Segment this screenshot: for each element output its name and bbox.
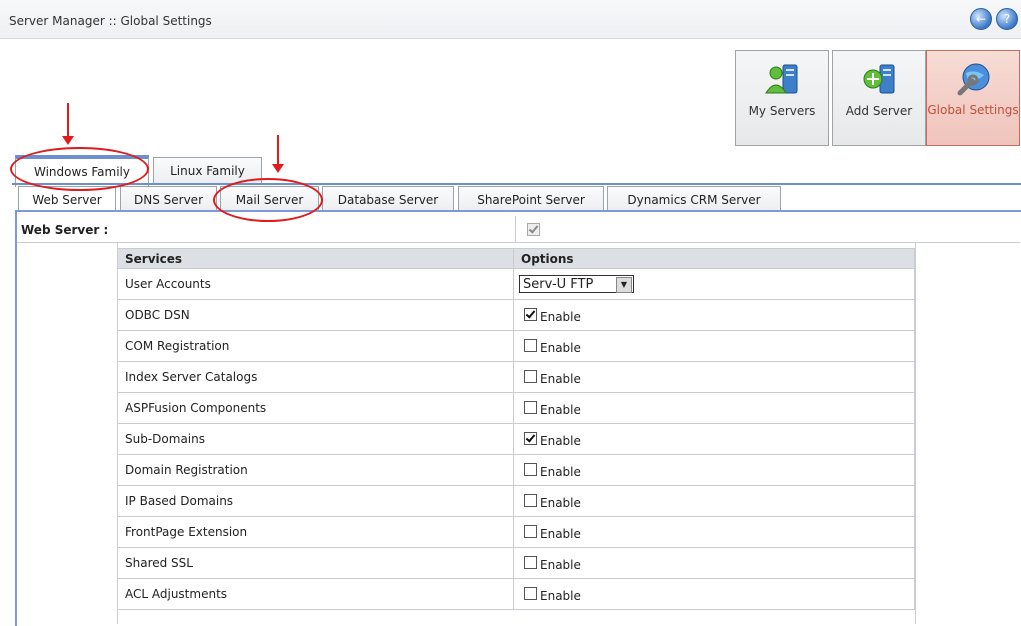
table-right-border [915,242,916,624]
service-option: Enable [513,392,915,424]
table-row: COM Registration Enable [117,330,915,362]
enable-label: Enable [540,558,581,572]
table-row: Domain Registration Enable [117,454,915,486]
global-settings-label: Global Settings [927,103,1019,117]
enable-checkbox[interactable] [524,432,537,445]
tab-database-server[interactable]: Database Server [322,186,454,211]
table-row: IP Based Domains Enable [117,485,915,517]
tab-dynamics-crm-server-label: Dynamics CRM Server [627,193,761,207]
annotation-arrow-windows [62,103,74,145]
enable-checkbox[interactable] [524,494,537,507]
chevron-down-icon[interactable]: ▼ [616,277,632,293]
servers-users-icon [765,64,798,94]
service-option: Enable [513,423,915,455]
service-name: Domain Registration [117,454,514,486]
table-row: FrontPage Extension Enable [117,516,915,548]
enable-label: Enable [540,372,581,386]
web-server-label: Web Server : [21,223,109,237]
add-server-icon [863,64,895,94]
annotation-circle-windows [10,147,149,191]
enable-label: Enable [540,465,581,479]
tab-database-server-label: Database Server [337,193,439,207]
service-option: Enable [513,485,915,517]
table-row: ACL Adjustments Enable [117,578,915,610]
web-server-divider [515,216,516,243]
page-title: Server Manager :: Global Settings [9,14,212,28]
annotation-circle-mail [213,178,323,222]
enable-label: Enable [540,310,581,324]
enable-checkbox[interactable] [524,308,537,321]
enable-checkbox[interactable] [524,401,537,414]
add-server-label: Add Server [845,104,913,118]
service-name: ODBC DSN [117,299,514,331]
my-servers-label: My Servers [748,104,816,118]
enable-checkbox[interactable] [524,525,537,538]
globe-wrench-icon [957,63,990,96]
add-server-button[interactable]: Add Server [832,50,926,146]
enable-checkbox[interactable] [524,463,537,476]
annotation-arrow-mail [272,135,284,173]
service-option: Enable [513,361,915,393]
service-name: IP Based Domains [117,485,514,517]
web-server-checkbox[interactable] [527,223,540,236]
service-name: Shared SSL [117,547,514,579]
service-name: Sub-Domains [117,423,514,455]
service-option: Enable [513,299,915,331]
tab-sharepoint-server[interactable]: SharePoint Server [458,186,604,211]
service-option: Enable [513,516,915,548]
service-name: ACL Adjustments [117,578,514,610]
service-option: Serv-U FTP ▼ [513,268,915,300]
help-icon[interactable]: ? [996,8,1018,30]
service-name: FrontPage Extension [117,516,514,548]
tab-divider [12,183,1021,185]
my-servers-button[interactable]: My Servers [735,50,829,146]
services-header: Services [117,248,514,269]
service-name: Index Server Catalogs [117,361,514,393]
enable-label: Enable [540,341,581,355]
tab-dynamics-crm-server[interactable]: Dynamics CRM Server [607,186,781,211]
table-row: ODBC DSN Enable [117,299,915,331]
global-settings-button[interactable]: Global Settings [926,50,1020,146]
enable-label: Enable [540,589,581,603]
enable-label: Enable [540,403,581,417]
table-row: User Accounts Serv-U FTP ▼ [117,268,915,300]
header-bar: Server Manager :: Global Settings ← ? [0,0,1021,39]
enable-label: Enable [540,496,581,510]
enable-checkbox[interactable] [524,587,537,600]
options-header: Options [513,248,915,269]
tab-web-server-label: Web Server [32,193,102,207]
enable-label: Enable [540,527,581,541]
service-option: Enable [513,547,915,579]
user-accounts-select[interactable]: Serv-U FTP ▼ [519,275,634,293]
service-option: Enable [513,578,915,610]
service-name: ASPFusion Components [117,392,514,424]
table-row: Shared SSL Enable [117,547,915,579]
services-table: Services Options User Accounts Serv-U FTP… [117,248,915,610]
enable-checkbox[interactable] [524,556,537,569]
service-name: User Accounts [117,268,514,300]
service-option: Enable [513,454,915,486]
table-row: ASPFusion Components Enable [117,392,915,424]
table-row: Sub-Domains Enable [117,423,915,455]
web-server-row: Web Server : [17,216,1020,243]
service-name: COM Registration [117,330,514,362]
service-option: Enable [513,330,915,362]
table-row: Index Server Catalogs Enable [117,361,915,393]
select-value: Serv-U FTP [523,277,594,292]
tab-dns-server-label: DNS Server [134,193,203,207]
tab-sharepoint-server-label: SharePoint Server [477,193,585,207]
enable-label: Enable [540,434,581,448]
arrow-left-icon[interactable]: ← [970,8,992,30]
enable-checkbox[interactable] [524,339,537,352]
tab-dns-server[interactable]: DNS Server [120,186,217,211]
tab-linux-family-label: Linux Family [170,164,245,178]
enable-checkbox[interactable] [524,370,537,383]
table-header-row: Services Options [117,248,915,269]
